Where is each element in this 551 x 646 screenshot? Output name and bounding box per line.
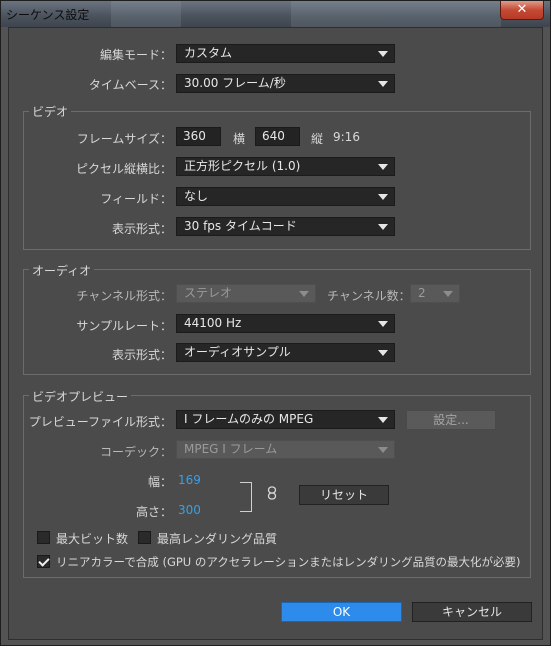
aspect-ratio-text: 9:16 xyxy=(333,130,360,144)
preview-settings-button[interactable]: 設定... xyxy=(406,410,496,430)
close-button[interactable]: ✕ xyxy=(500,1,544,20)
fields-dropdown[interactable]: なし xyxy=(176,187,395,206)
video-display-format-value: 30 fps タイムコード xyxy=(184,219,297,233)
video-preview-group-title: ビデオプレビュー xyxy=(29,388,132,405)
channel-count-dropdown[interactable]: 2 xyxy=(410,284,460,303)
chevron-down-icon xyxy=(299,291,309,297)
preview-file-format-label: プレビューファイル形式： xyxy=(28,415,172,429)
edit-mode-dropdown[interactable]: カスタム xyxy=(176,44,395,63)
chevron-down-icon xyxy=(378,350,388,356)
max-bit-depth-checkbox[interactable] xyxy=(37,531,50,544)
window-title: シーケンス設定 xyxy=(6,8,90,22)
codec-value: MPEG I フレーム xyxy=(184,442,278,456)
linear-color-checkbox[interactable] xyxy=(37,555,50,568)
frame-height-input[interactable]: 640 xyxy=(255,127,300,146)
sequence-settings-dialog: シーケンス設定 ✕ 編集モード： カスタム タイムベース： 30.00 フレーム… xyxy=(0,0,551,646)
preview-file-format-dropdown[interactable]: I フレームのみの MPEG xyxy=(176,410,395,429)
linear-color-label: リニアカラーで合成 (GPU のアクセラレーションまたはレンダリング品質の最大化… xyxy=(56,555,521,569)
frame-size-label: フレームサイズ： xyxy=(76,132,172,146)
background-window-decor xyxy=(111,1,181,27)
chevron-down-icon xyxy=(443,291,453,297)
ok-button[interactable]: OK xyxy=(281,602,402,622)
pixel-aspect-dropdown[interactable]: 正方形ピクセル (1.0) xyxy=(176,157,395,176)
timebase-value: 30.00 フレーム/秒 xyxy=(184,76,286,90)
pixel-aspect-label: ピクセル縦横比： xyxy=(75,162,172,176)
chevron-down-icon xyxy=(378,417,388,423)
preview-width-value[interactable]: 169 xyxy=(178,473,201,487)
chevron-down-icon xyxy=(378,224,388,230)
fields-label: フィールド： xyxy=(100,192,172,206)
channel-count-value: 2 xyxy=(418,286,426,300)
timebase-dropdown[interactable]: 30.00 フレーム/秒 xyxy=(176,74,395,93)
preview-height-value[interactable]: 300 xyxy=(178,503,201,517)
sample-rate-dropdown[interactable]: 44100 Hz xyxy=(176,314,395,333)
channel-format-value: ステレオ xyxy=(184,286,233,300)
frame-height-label: 縦 xyxy=(311,132,324,146)
video-display-format-dropdown[interactable]: 30 fps タイムコード xyxy=(176,217,395,236)
frame-width-label: 横 xyxy=(233,132,246,146)
video-display-format-label: 表示形式： xyxy=(111,222,172,236)
timebase-label: タイムベース： xyxy=(88,78,172,92)
chevron-down-icon xyxy=(378,164,388,170)
max-render-quality-checkbox[interactable] xyxy=(138,531,151,544)
close-icon: ✕ xyxy=(516,2,528,17)
chain-link-icon[interactable] xyxy=(267,485,277,504)
chevron-down-icon xyxy=(378,321,388,327)
audio-display-format-dropdown[interactable]: オーディオサンプル xyxy=(176,343,395,362)
max-render-quality-label: 最高レンダリング品質 xyxy=(157,532,278,546)
title-bar[interactable]: シーケンス設定 ✕ xyxy=(1,1,550,27)
codec-label: コーデック： xyxy=(99,445,172,459)
channel-format-dropdown[interactable]: ステレオ xyxy=(176,284,316,303)
frame-width-input[interactable]: 360 xyxy=(176,127,221,146)
reset-button[interactable]: リセット xyxy=(299,485,389,505)
edit-mode-label: 編集モード： xyxy=(99,48,172,62)
preview-file-format-value: I フレームのみの MPEG xyxy=(184,412,314,426)
pixel-aspect-value: 正方形ピクセル (1.0) xyxy=(184,159,301,173)
video-group-title: ビデオ xyxy=(29,103,72,120)
codec-dropdown[interactable]: MPEG I フレーム xyxy=(176,440,395,459)
dimension-link-bracket xyxy=(240,482,252,512)
preview-height-label: 高さ： xyxy=(135,505,172,519)
background-window-decor xyxy=(291,1,501,27)
fields-value: なし xyxy=(184,189,209,203)
sample-rate-value: 44100 Hz xyxy=(184,316,242,330)
chevron-down-icon xyxy=(378,81,388,87)
max-bit-depth-label: 最大ビット数 xyxy=(56,532,129,546)
audio-display-format-label: 表示形式： xyxy=(111,348,172,362)
edit-mode-value: カスタム xyxy=(184,46,233,60)
sample-rate-label: サンプルレート： xyxy=(76,319,172,333)
chevron-down-icon xyxy=(378,447,388,453)
preview-width-label: 幅： xyxy=(147,475,172,489)
chevron-down-icon xyxy=(378,51,388,57)
cancel-button[interactable]: キャンセル xyxy=(412,602,532,622)
chevron-down-icon xyxy=(378,194,388,200)
channel-format-label: チャンネル形式： xyxy=(76,289,172,303)
audio-group-title: オーディオ xyxy=(29,262,95,279)
audio-display-format-value: オーディオサンプル xyxy=(184,345,291,359)
channel-count-label: チャンネル数： xyxy=(327,289,411,303)
